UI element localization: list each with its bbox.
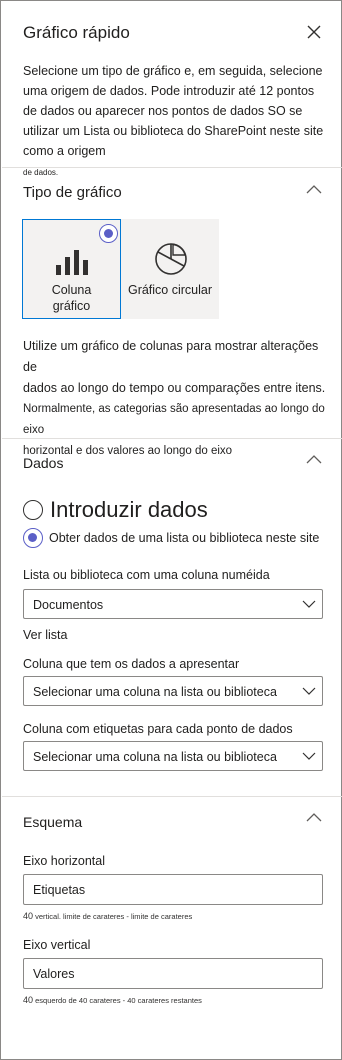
section-title-data: Dados (23, 455, 64, 471)
radio-enter-data-label: Introduzir dados (50, 497, 208, 522)
column-chart-label-line1: Coluna (51, 283, 92, 297)
pie-chart-label: Gráfico circular (127, 283, 213, 297)
chevron-down-icon (302, 687, 316, 695)
chevron-up-icon[interactable] (305, 183, 323, 195)
quick-chart-panel: Gráfico rápido Selecione um tipo de gráf… (0, 0, 342, 1060)
chart-description: Utilize um gráfico de colunas para mostr… (23, 336, 333, 462)
horizontal-axis-input[interactable] (23, 874, 323, 905)
list-dropdown[interactable]: Documentos (23, 589, 323, 619)
divider (2, 167, 342, 168)
divider (2, 438, 342, 439)
radio-list-data[interactable]: Obter dados de uma lista ou biblioteca n… (23, 528, 319, 548)
close-icon[interactable] (305, 23, 323, 41)
chart-desc-line2: dados ao longo do tempo ou comparações e… (23, 381, 326, 395)
section-title-layout: Esquema (23, 814, 83, 830)
pie-chart-icon (155, 243, 187, 275)
vertical-axis-hint-text: esquerdo de 40 carateres - 40 carateres … (35, 996, 202, 1005)
selected-radio-icon (99, 224, 118, 243)
radio-list-data-label: Obter dados de uma lista ou biblioteca n… (49, 531, 320, 545)
labels-column-dropdown[interactable]: Selecionar uma coluna na lista ou biblio… (23, 741, 323, 771)
labels-column-dropdown-value: Selecionar uma coluna na lista ou biblio… (33, 750, 277, 764)
chevron-down-icon (302, 600, 316, 608)
chart-desc-line1: Utilize um gráfico de colunas para mostr… (23, 339, 319, 374)
values-column-dropdown[interactable]: Selecionar uma coluna na lista ou biblio… (23, 676, 323, 706)
horizontal-axis-hint-count: 40 (23, 911, 34, 921)
view-list-link[interactable]: Ver lista (23, 628, 67, 642)
values-column-dropdown-value: Selecionar uma coluna na lista ou biblio… (33, 685, 277, 699)
vertical-axis-input[interactable] (23, 958, 323, 989)
radio-list-data-circle[interactable] (23, 528, 43, 548)
panel-title: Gráfico rápido (23, 23, 130, 42)
list-dropdown-value: Documentos (33, 598, 104, 612)
vertical-axis-hint-count: 40 (23, 995, 34, 1005)
horizontal-axis-label: Eixo horizontal (23, 854, 105, 868)
chevron-down-icon (302, 752, 316, 760)
radio-enter-data[interactable]: Introduzir dados (23, 497, 208, 523)
section-title-chart-type: Tipo de gráfico (23, 184, 122, 201)
column-chart-label-line2: gráfico (52, 299, 91, 313)
intro-main: Selecione um tipo de gráfico e, em segui… (23, 64, 324, 158)
column-chart-tile[interactable]: Coluna gráfico (22, 219, 121, 319)
horizontal-axis-hint: 40 vertical. limite de carateres - limit… (23, 911, 192, 921)
divider (2, 796, 342, 797)
chevron-up-icon[interactable] (305, 453, 323, 465)
chart-desc-line3: Normalmente, as categorias são apresenta… (23, 403, 325, 436)
pie-chart-tile[interactable]: Gráfico circular (121, 219, 219, 319)
chevron-up-icon[interactable] (305, 811, 323, 823)
list-field-label: Lista ou biblioteca com uma coluna numéi… (23, 568, 270, 582)
values-column-label: Coluna que tem os dados a apresentar (23, 657, 240, 671)
intro-small: de dados. (23, 168, 59, 177)
intro-text: Selecione um tipo de gráfico e, em segui… (23, 61, 331, 183)
chart-desc-line4: horizontal e dos valores ao longo do eix… (23, 445, 233, 457)
labels-column-label: Coluna com etiquetas para cada ponto de … (23, 722, 293, 736)
vertical-axis-label: Eixo vertical (23, 938, 91, 952)
column-chart-icon (56, 250, 88, 275)
radio-enter-data-circle[interactable] (23, 500, 43, 520)
vertical-axis-hint: 40 esquerdo de 40 carateres - 40 carater… (23, 995, 202, 1005)
horizontal-axis-hint-text: vertical. limite de carateres - limite d… (35, 912, 193, 921)
